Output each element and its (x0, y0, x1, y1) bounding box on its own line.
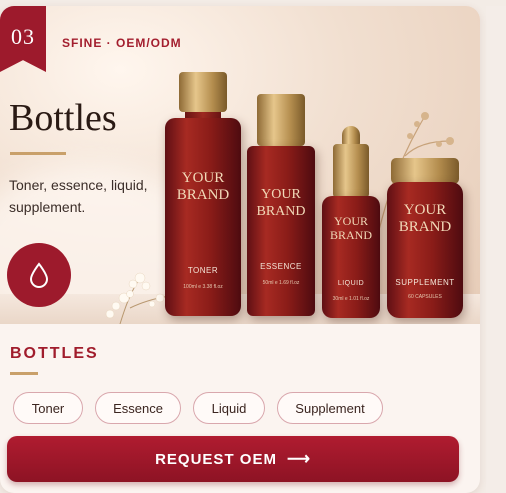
arrow-right-icon: ⟶ (286, 451, 311, 468)
chip-supplement[interactable]: Supplement (277, 392, 383, 424)
bottle-product-label: TONER (187, 266, 219, 275)
request-oem-button[interactable]: REQUEST OEM ⟶ (7, 436, 459, 482)
bottle-brand-line: BRAND (256, 204, 306, 219)
toner-bottle: YOUR BRAND TONER 100ml e 3.38 fl.oz (165, 72, 241, 316)
step-number: 03 (11, 24, 35, 49)
bottle-volume-label: 100ml e 3.38 fl.oz (183, 284, 223, 290)
bottle-brand-line: YOUR (181, 170, 225, 186)
request-oem-label: REQUEST OEM (155, 450, 277, 468)
bottle-brand-line: YOUR (261, 187, 301, 202)
water-drop-icon (29, 262, 49, 288)
bottle-product-label: SUPPLEMENT (395, 278, 455, 287)
bottle-volume-label: 60 CAPSULES (408, 294, 442, 300)
bottle-product-label: ESSENCE (260, 262, 302, 271)
bottle-volume-label: 30ml e 1.01 fl.oz (332, 296, 370, 302)
chip-liquid[interactable]: Liquid (193, 392, 265, 424)
bottle-product-label: LIQUID (337, 280, 365, 287)
essence-bottle: YOUR BRAND ESSENCE 50ml e 1.69 fl.oz (247, 94, 315, 316)
title-underline (10, 152, 66, 155)
hero-title: Bottles (9, 97, 117, 139)
chip-toner[interactable]: Toner (13, 392, 83, 424)
step-badge: 03 (0, 6, 46, 72)
hero-description: Toner, essence, liquid, supplement. (9, 177, 148, 215)
page-edge (486, 6, 506, 493)
section-title: BOTTLES (10, 345, 99, 362)
bottle-brand-line: BRAND (398, 219, 452, 235)
hero-banner: 03 SFINE · OEM/ODM Bottles Toner, essenc… (0, 6, 480, 324)
bottle-volume-label: 50ml e 1.69 fl.oz (262, 280, 300, 286)
supplement-jar: YOUR BRAND SUPPLEMENT 60 CAPSULES (387, 158, 463, 318)
chip-essence[interactable]: Essence (95, 392, 181, 424)
brand-tagline: SFINE · OEM/ODM (62, 36, 182, 50)
section-underline (10, 372, 38, 375)
category-badge (7, 243, 71, 307)
bottle-brand-line: BRAND (329, 228, 372, 242)
bottle-brand-line: YOUR (333, 214, 368, 228)
liquid-dropper-bottle: YOUR BRAND LIQUID 30ml e 1.01 fl.oz (322, 126, 380, 318)
product-card: 03 SFINE · OEM/ODM Bottles Toner, essenc… (0, 6, 480, 493)
bottle-brand-line: YOUR (403, 202, 447, 218)
bottle-brand-line: BRAND (176, 187, 230, 203)
